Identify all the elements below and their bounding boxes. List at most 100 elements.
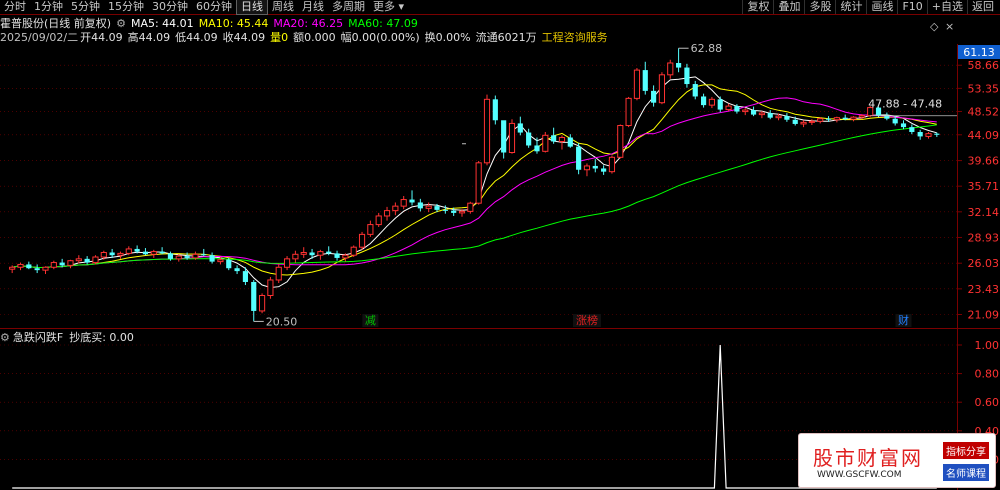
date-value: 2025/09/02/二 xyxy=(0,31,79,44)
candlestick xyxy=(900,120,907,130)
float-value: 流通6021万 xyxy=(475,31,537,44)
candlestick xyxy=(67,259,74,269)
candlestick xyxy=(417,198,423,212)
price-tick: 28.93 xyxy=(968,231,1000,244)
candlestick xyxy=(567,134,573,148)
candlestick xyxy=(625,96,632,128)
candlestick xyxy=(784,113,790,122)
high-value: 高44.09 xyxy=(127,31,171,44)
timeframe-tab[interactable]: 分时 xyxy=(0,0,30,14)
price-tick: 26.03 xyxy=(968,257,1000,270)
ohlc-info: 2025/09/02/二 开44.09 高44.09 低44.09 收44.09… xyxy=(0,30,613,44)
moving-average-lines xyxy=(12,76,937,289)
sector-link[interactable]: 工程咨询服务 xyxy=(542,29,608,45)
candlestick xyxy=(409,190,415,206)
timeframe-tab[interactable]: 更多 ▾ xyxy=(369,0,408,14)
toolbar-button[interactable]: 多股 xyxy=(804,0,835,14)
timeframe-tab[interactable]: 15分钟 xyxy=(104,0,148,14)
timeframe-tab[interactable]: 周线 xyxy=(268,0,298,14)
chart-canvas[interactable]: 58.66 53.35 48.52 44.09 39.66 35.71 32.14 28.93… xyxy=(0,0,1000,490)
candlestick xyxy=(317,249,324,260)
toolbar-button[interactable]: 统计 xyxy=(835,0,866,14)
low-label: 20.50 xyxy=(266,315,298,328)
close-icon[interactable]: × xyxy=(945,20,954,33)
logo-tag-course: 名师课程 xyxy=(943,464,989,481)
candlestick xyxy=(392,202,399,216)
candlestick xyxy=(909,124,915,135)
candlestick xyxy=(758,111,765,119)
candlestick xyxy=(142,248,149,256)
timeframe-tab[interactable]: 月线 xyxy=(298,0,328,14)
change-value: 幅0.00(0.00%) xyxy=(340,31,420,44)
candlestick xyxy=(633,67,641,101)
indicator-name[interactable]: 急跌闪跌F xyxy=(13,329,63,345)
candlestick xyxy=(701,93,707,108)
price-tick: 23.43 xyxy=(968,283,1000,296)
candlestick xyxy=(551,127,557,144)
toolbar-button[interactable]: 叠加 xyxy=(773,0,804,14)
candlestick xyxy=(800,120,807,128)
timeframe-tab[interactable]: 30分钟 xyxy=(148,0,192,14)
candlestick xyxy=(517,116,523,136)
settings-icon[interactable]: ⚙ xyxy=(116,17,126,30)
event-marker[interactable]: 涨榜 xyxy=(576,313,598,327)
indicator-settings-icon[interactable]: ⚙ xyxy=(0,331,10,344)
price-tick: 21.09 xyxy=(968,308,1000,321)
timeframe-tab[interactable]: 多周期 xyxy=(328,0,369,14)
candlestick xyxy=(850,116,857,122)
candlestick xyxy=(658,72,666,105)
timeframe-tab[interactable]: 1分钟 xyxy=(30,0,67,14)
candlestick xyxy=(400,195,407,210)
candlestick xyxy=(358,231,366,250)
candlestick xyxy=(742,108,749,116)
toolbar-button[interactable]: 复权 xyxy=(742,0,773,14)
timeframe-tab[interactable]: 日线 xyxy=(236,0,268,15)
candlestick xyxy=(201,248,207,257)
ma5-line xyxy=(12,76,937,289)
candlestick xyxy=(26,261,32,270)
candlestick xyxy=(300,247,307,258)
indicator-value: 抄底买: 0.00 xyxy=(69,331,134,344)
toolbar-button[interactable]: 返回 xyxy=(967,0,998,14)
candlestick xyxy=(159,247,165,255)
right-toolbar: 复权 叠加 多股 统计 画线 F10 +自选 返回 xyxy=(742,0,998,14)
candlestick xyxy=(526,128,532,148)
ma20-line xyxy=(12,97,937,268)
candlestick xyxy=(350,245,357,258)
candlestick xyxy=(334,250,340,261)
price-tick: 39.66 xyxy=(968,155,1000,168)
low-value: 低44.09 xyxy=(175,31,218,44)
toolbar-button[interactable]: +自选 xyxy=(926,0,967,14)
indicator-tick: 1.00 xyxy=(975,339,1000,352)
ma20-value: MA20: 46.25 xyxy=(273,16,344,30)
candlestick xyxy=(475,160,482,205)
turnover-value: 换0.00% xyxy=(424,31,471,44)
logo-url: WWW.GSCFW.COM xyxy=(817,470,902,480)
candlestick xyxy=(576,143,582,175)
candlestick xyxy=(34,264,40,274)
timeframe-tab[interactable]: 60分钟 xyxy=(192,0,236,14)
timeframe-tab[interactable]: 5分钟 xyxy=(67,0,104,14)
ma60-line xyxy=(12,124,937,268)
price-tick: 48.52 xyxy=(968,105,1000,118)
candlestick xyxy=(292,250,299,263)
ma-legend: 霍普股份(日线 前复权) ⚙ MA5: 44.01 MA10: 45.44 MA… xyxy=(0,16,423,31)
candlestick xyxy=(508,119,516,154)
diamond-icon[interactable]: ◇ xyxy=(930,20,939,33)
candlestick xyxy=(717,96,723,113)
ma10-value: MA10: 45.44 xyxy=(198,16,269,30)
candlestick xyxy=(251,279,257,322)
indicator-tick: 0.80 xyxy=(975,368,1000,381)
logo-brand: 股市财富网 xyxy=(813,446,923,470)
event-marker[interactable]: 财 xyxy=(898,313,909,327)
candlestick xyxy=(684,63,690,88)
candlestick xyxy=(117,251,124,259)
toolbar-button[interactable]: F10 xyxy=(897,0,926,14)
toolbar-button[interactable]: 画线 xyxy=(866,0,897,14)
candlestick xyxy=(917,129,923,140)
event-marker[interactable]: 减 xyxy=(365,314,376,327)
candlestick xyxy=(617,124,624,159)
candlestick xyxy=(425,202,432,213)
candlestick xyxy=(234,265,240,275)
candlestick xyxy=(884,112,890,121)
